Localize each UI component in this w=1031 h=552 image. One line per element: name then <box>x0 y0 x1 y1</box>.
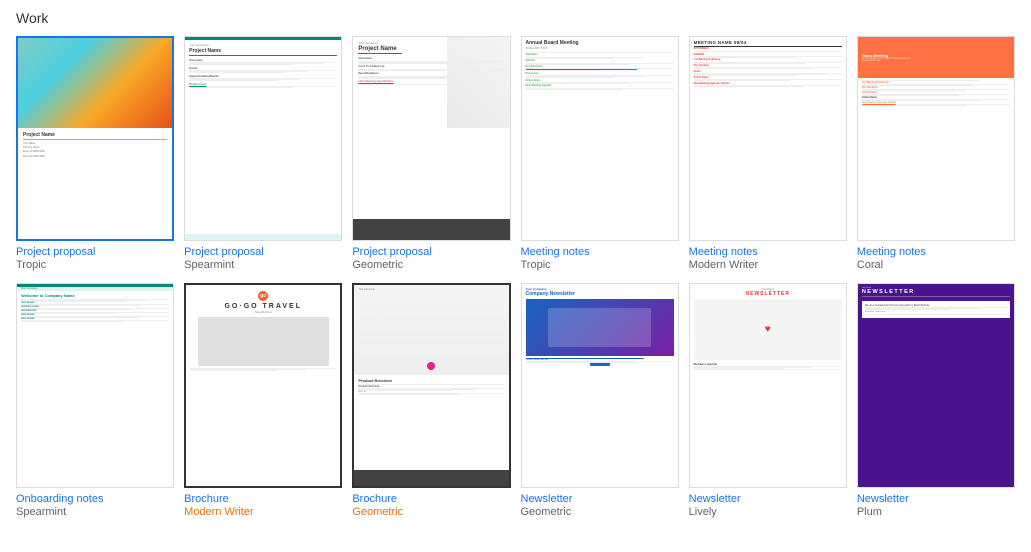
template-sub-onboarding-notes-spearmint: Spearmint <box>16 506 174 518</box>
template-sub-brochure-geometric: Geometric <box>352 506 510 518</box>
template-name-newsletter-plum: Newsletter <box>857 492 1015 506</box>
thumbnail-newsletter-lively[interactable]: Your Brand NEWSLETTER ♥ We have a surpri… <box>689 283 847 488</box>
template-item-newsletter-lively[interactable]: Your Brand NEWSLETTER ♥ We have a surpri… <box>689 283 847 518</box>
template-name-project-proposal-geometric: Project proposal <box>352 245 510 259</box>
template-name-meeting-notes-tropic: Meeting notes <box>521 245 679 259</box>
section-title: Work <box>16 10 1015 26</box>
template-name-newsletter-geometric: Newsletter <box>521 492 679 506</box>
thumbnail-onboarding-notes-spearmint[interactable]: Your Company Welcome to Company Name WHO… <box>16 283 174 488</box>
template-sub-project-proposal-geometric: Geometric <box>352 259 510 271</box>
template-name-project-proposal-tropic: Project proposal <box>16 245 174 259</box>
thumbnail-meeting-notes-tropic[interactable]: Annual Board Meeting 20 May 2020 XXXX At… <box>521 36 679 241</box>
template-item-brochure-modern-writer[interactable]: go GO·GO TRAVEL Travel Brochure ··· Broc… <box>184 283 342 518</box>
template-name-brochure-modern-writer: Brochure <box>184 492 342 506</box>
template-item-project-proposal-tropic[interactable]: Project Name Your Name 123 Any Street En… <box>16 36 174 271</box>
template-item-project-proposal-geometric[interactable]: Your Company Project Name Overview Cost … <box>352 36 510 271</box>
thumbnail-meeting-notes-modern-writer[interactable]: MEETING NAME 09/04 ATTENDEES AGENDA List… <box>689 36 847 241</box>
template-item-newsletter-geometric[interactable]: Your Company Company Newsletter Current … <box>521 283 679 518</box>
template-sub-project-proposal-tropic: Tropic <box>16 259 174 271</box>
thumbnail-newsletter-plum[interactable]: Your Band NEWSLETTER We are nominated fo… <box>857 283 1015 488</box>
template-sub-brochure-modern-writer: Modern Writer <box>184 506 342 518</box>
thumbnail-meeting-notes-coral[interactable]: Team Meeting 09 SEPTEMBER 2020, SUNDAY C… <box>857 36 1015 241</box>
template-item-brochure-geometric[interactable]: Your Company Product Brochure Product Ov… <box>352 283 510 518</box>
thumbnail-newsletter-geometric[interactable]: Your Company Company Newsletter Current … <box>521 283 679 488</box>
template-name-newsletter-lively: Newsletter <box>689 492 847 506</box>
template-item-onboarding-notes-spearmint[interactable]: Your Company Welcome to Company Name WHO… <box>16 283 174 518</box>
thumbnail-project-proposal-spearmint[interactable]: Your Company Project Name Overview Goals… <box>184 36 342 241</box>
template-name-project-proposal-spearmint: Project proposal <box>184 245 342 259</box>
thumbnail-project-proposal-geometric[interactable]: Your Company Project Name Overview Cost … <box>352 36 510 241</box>
template-sub-newsletter-lively: Lively <box>689 506 847 518</box>
template-sub-meeting-notes-tropic: Tropic <box>521 259 679 271</box>
template-name-meeting-notes-modern-writer: Meeting notes <box>689 245 847 259</box>
template-item-meeting-notes-tropic[interactable]: Annual Board Meeting 20 May 2020 XXXX At… <box>521 36 679 271</box>
thumbnail-brochure-modern-writer[interactable]: go GO·GO TRAVEL Travel Brochure ··· <box>184 283 342 488</box>
template-sub-project-proposal-spearmint: Spearmint <box>184 259 342 271</box>
template-name-onboarding-notes-spearmint: Onboarding notes <box>16 492 174 506</box>
thumbnail-brochure-geometric[interactable]: Your Company Product Brochure Product Ov… <box>352 283 510 488</box>
template-sub-meeting-notes-modern-writer: Modern Writer <box>689 259 847 271</box>
template-item-meeting-notes-coral[interactable]: Team Meeting 09 SEPTEMBER 2020, SUNDAY C… <box>857 36 1015 271</box>
template-sub-newsletter-plum: Plum <box>857 506 1015 518</box>
template-name-meeting-notes-coral: Meeting notes <box>857 245 1015 259</box>
template-item-project-proposal-spearmint[interactable]: Your Company Project Name Overview Goals… <box>184 36 342 271</box>
template-sub-newsletter-geometric: Geometric <box>521 506 679 518</box>
template-sub-meeting-notes-coral: Coral <box>857 259 1015 271</box>
template-name-brochure-geometric: Brochure <box>352 492 510 506</box>
template-grid: Project Name Your Name 123 Any Street En… <box>16 36 1015 518</box>
thumbnail-project-proposal-tropic[interactable]: Project Name Your Name 123 Any Street En… <box>16 36 174 241</box>
template-item-newsletter-plum[interactable]: Your Band NEWSLETTER We are nominated fo… <box>857 283 1015 518</box>
template-item-meeting-notes-modern-writer[interactable]: MEETING NAME 09/04 ATTENDEES AGENDA List… <box>689 36 847 271</box>
